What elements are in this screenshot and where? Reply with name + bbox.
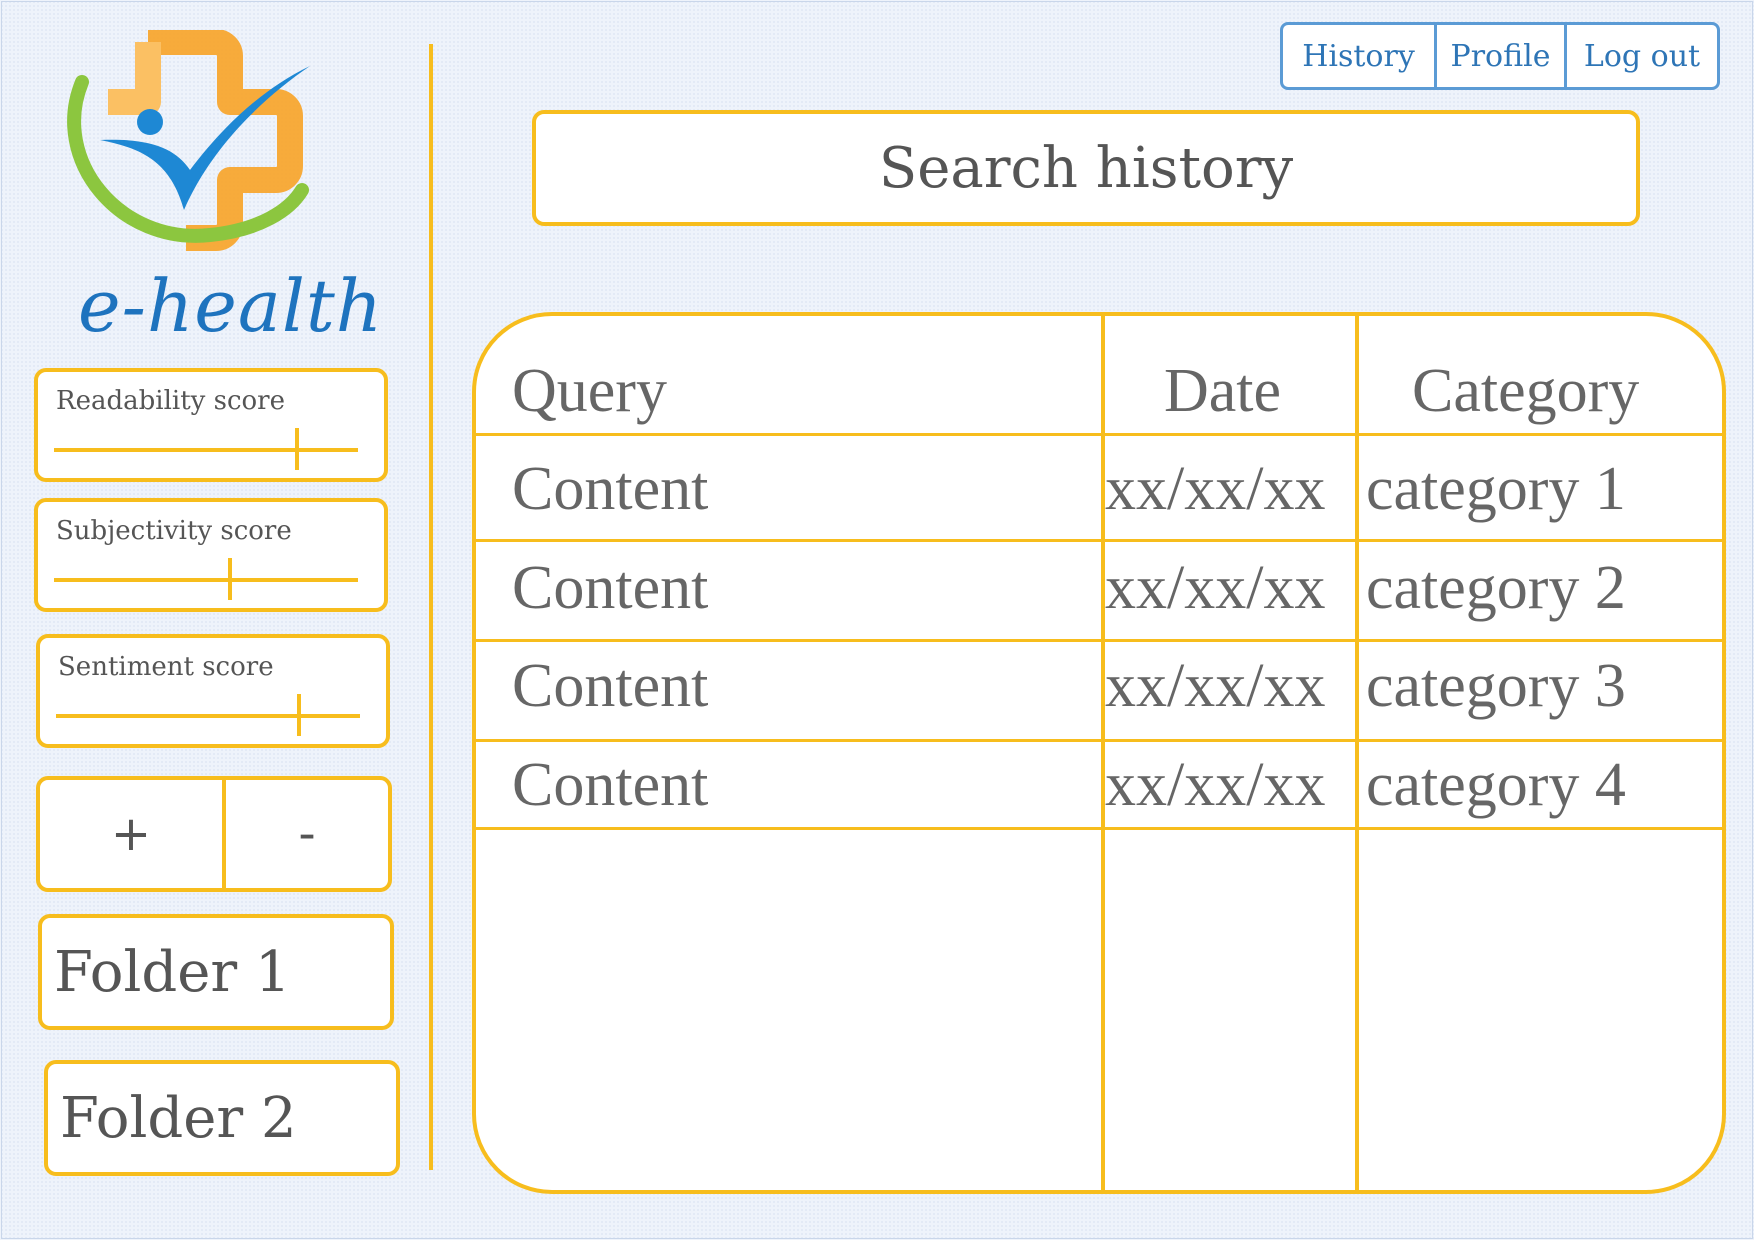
subjectivity-label: Subjectivity score (56, 516, 292, 546)
query-cell[interactable]: Content (512, 655, 708, 717)
date-cell: xx/xx/xx (1105, 652, 1326, 720)
top-nav: History Profile Log out (1280, 22, 1720, 90)
query-cell[interactable]: Content (512, 557, 708, 619)
sentiment-label: Sentiment score (58, 652, 274, 682)
readability-slider[interactable] (54, 428, 358, 470)
history-table: Query Date Category Content xx/xx/xx cat… (472, 312, 1726, 1194)
readability-slider-panel: Readability score (34, 368, 388, 482)
e-health-logo: e-health (60, 30, 382, 350)
folder-2-button[interactable]: Folder 2 (44, 1060, 400, 1176)
profile-button[interactable]: Profile (1434, 25, 1564, 87)
zoom-control: + - (36, 776, 392, 892)
sidebar-divider (429, 44, 433, 1170)
sentiment-slider[interactable] (56, 694, 360, 736)
search-box (532, 110, 1640, 226)
column-header-query[interactable]: Query (512, 360, 667, 422)
date-cell: xx/xx/xx (1105, 455, 1326, 523)
logo-mark-icon (67, 30, 310, 251)
subjectivity-slider-thumb[interactable] (228, 558, 233, 600)
header-divider (476, 433, 1722, 436)
folder-1-button[interactable]: Folder 1 (38, 914, 394, 1030)
row-divider (476, 827, 1722, 830)
row-divider (476, 739, 1722, 742)
sentiment-slider-panel: Sentiment score (36, 634, 390, 748)
subjectivity-slider-panel: Subjectivity score (34, 498, 388, 612)
row-divider (476, 539, 1722, 542)
column-header-date[interactable]: Date (1164, 360, 1281, 422)
logout-button[interactable]: Log out (1564, 25, 1717, 87)
column-divider (1355, 316, 1359, 1190)
logo-wordmark: e-health (78, 264, 384, 348)
history-button[interactable]: History (1283, 25, 1434, 87)
subjectivity-slider[interactable] (54, 558, 358, 600)
search-input[interactable] (536, 134, 1636, 202)
query-cell[interactable]: Content (512, 458, 708, 520)
readability-label: Readability score (56, 386, 285, 416)
sentiment-slider-thumb[interactable] (297, 694, 302, 736)
column-header-category[interactable]: Category (1412, 360, 1639, 422)
category-cell: category 1 (1366, 455, 1626, 523)
category-cell: category 3 (1366, 652, 1626, 720)
readability-slider-thumb[interactable] (295, 428, 300, 470)
zoom-in-button[interactable]: + (40, 780, 222, 888)
category-cell: category 4 (1366, 751, 1626, 819)
query-cell[interactable]: Content (512, 754, 708, 816)
zoom-out-button[interactable]: - (226, 780, 388, 888)
date-cell: xx/xx/xx (1105, 751, 1326, 819)
date-cell: xx/xx/xx (1105, 554, 1326, 622)
category-cell: category 2 (1366, 554, 1626, 622)
row-divider (476, 639, 1722, 642)
